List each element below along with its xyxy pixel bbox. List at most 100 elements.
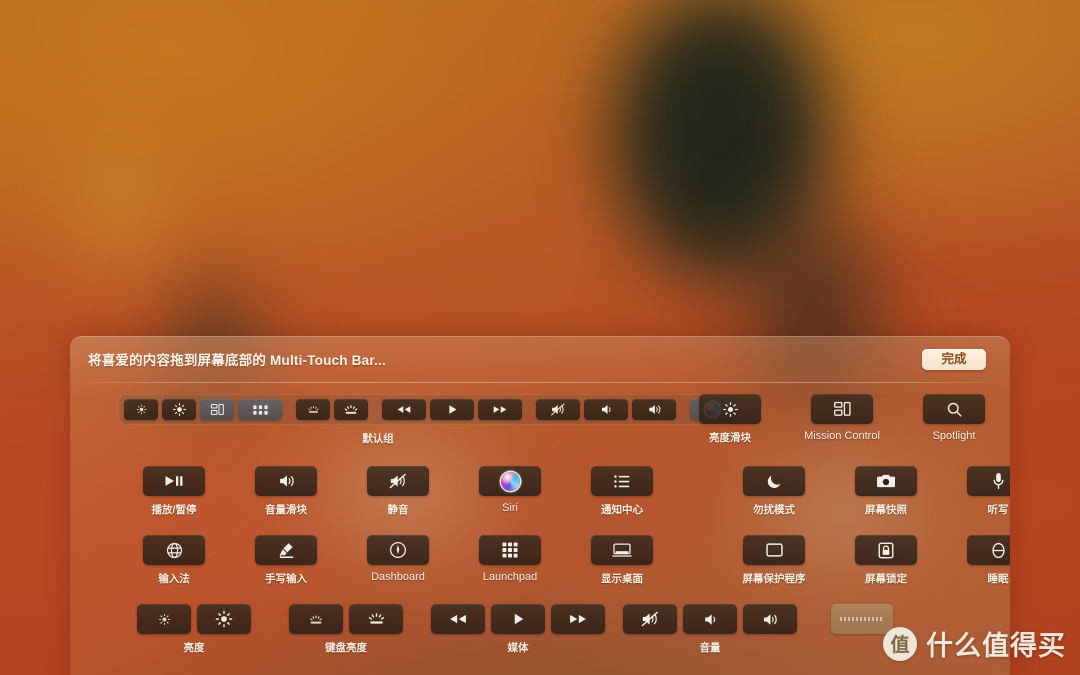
strip-keyboard-brightness-down-icon[interactable] — [296, 399, 330, 420]
item-label: 通知中心 — [601, 504, 643, 516]
item-handwriting[interactable]: 手写输入 — [230, 535, 342, 586]
launchpad-grid-icon[interactable] — [479, 535, 541, 565]
fast-forward-icon[interactable] — [551, 604, 605, 634]
volume-slider-icon[interactable] — [255, 466, 317, 496]
dashboard-gauge-icon[interactable] — [367, 535, 429, 565]
item-dictation[interactable]: 听写 — [942, 466, 1010, 517]
group-keyboard-brightness[interactable]: 键盘亮度 — [270, 604, 422, 655]
item-label: Mission Control — [804, 430, 880, 442]
keyboard-brightness-group-buttons[interactable] — [289, 604, 403, 634]
screenshot-camera-icon[interactable] — [855, 466, 917, 496]
siri-icon[interactable] — [479, 466, 541, 496]
rewind-icon[interactable] — [431, 604, 485, 634]
item-input-source[interactable]: 输入法 — [118, 535, 230, 586]
strip-volume-up-icon[interactable] — [632, 399, 676, 420]
brightness-up-icon[interactable] — [197, 604, 251, 634]
item-mute[interactable]: 静音 — [342, 466, 454, 517]
strip-mission-control-icon[interactable] — [200, 399, 234, 420]
row-gap — [678, 535, 718, 586]
item-label: 音量滑块 — [265, 504, 307, 516]
item-dashboard[interactable]: Dashboard — [342, 535, 454, 586]
volume-group-buttons[interactable] — [623, 604, 797, 634]
row-gap — [678, 466, 718, 517]
handwriting-icon[interactable] — [255, 535, 317, 565]
strip-launchpad-icon[interactable] — [238, 399, 282, 420]
items-row-2: 输入法 手写输入 Dashboard Launchpad 显示桌面 屏幕保护程序… — [118, 535, 1010, 586]
item-spotlight[interactable]: Spotlight — [898, 394, 1010, 445]
play-icon[interactable] — [491, 604, 545, 634]
item-notification-center[interactable]: 通知中心 — [566, 466, 678, 517]
item-label: Dashboard — [371, 571, 425, 583]
sheet-title: 将喜爱的内容拖到屏幕底部的 Multi-Touch Bar... — [88, 353, 386, 368]
keyboard-brightness-down-icon[interactable] — [289, 604, 343, 634]
group-volume[interactable]: 音量 — [614, 604, 806, 655]
header-divider — [88, 382, 992, 383]
default-set-row: 默认组 亮度滑块 Mission Control Spotlight — [118, 394, 1010, 446]
volume-up-icon[interactable] — [743, 604, 797, 634]
done-button[interactable]: 完成 — [922, 348, 986, 370]
notification-center-icon[interactable] — [591, 466, 653, 496]
watermark-text: 什么值得买 — [926, 631, 1066, 661]
item-siri[interactable]: Siri — [454, 466, 566, 517]
group-media[interactable]: 媒体 — [422, 604, 614, 655]
group-brightness[interactable]: 亮度 — [118, 604, 270, 655]
strip-play-icon[interactable] — [430, 399, 474, 420]
strip-brightness-down-icon[interactable] — [124, 399, 158, 420]
item-volume-slider[interactable]: 音量滑块 — [230, 466, 342, 517]
keyboard-brightness-up-icon[interactable] — [349, 604, 403, 634]
strip-brightness-up-icon[interactable] — [162, 399, 196, 420]
play-pause-icon[interactable] — [143, 466, 205, 496]
media-group-buttons[interactable] — [431, 604, 605, 634]
item-brightness-slider[interactable]: 亮度滑块 — [674, 394, 786, 445]
screen-saver-icon[interactable] — [743, 535, 805, 565]
item-do-not-disturb[interactable]: 勿扰模式 — [718, 466, 830, 517]
item-sleep[interactable]: 睡眠 — [942, 535, 1010, 586]
item-label: Launchpad — [482, 571, 538, 583]
strip-fast-forward-icon[interactable] — [478, 399, 522, 420]
item-play-pause[interactable]: 播放/暂停 — [118, 466, 230, 517]
item-label: 听写 — [987, 504, 1009, 516]
touch-bar-customize-sheet: 将喜爱的内容拖到屏幕底部的 Multi-Touch Bar... 完成 默认组 … — [70, 336, 1010, 675]
strip-row-right-items: 亮度滑块 Mission Control Spotlight — [674, 394, 1010, 445]
default-set-group[interactable]: 默认组 — [118, 394, 740, 446]
item-mission-control[interactable]: Mission Control — [786, 394, 898, 445]
brightness-group-buttons[interactable] — [137, 604, 251, 634]
mission-control-icon[interactable] — [811, 394, 873, 424]
default-set-strip[interactable] — [118, 394, 740, 425]
brightness-down-icon[interactable] — [137, 604, 191, 634]
items-row-3: 亮度 键盘亮度 媒体 音量 — [118, 604, 1010, 655]
sleep-icon[interactable] — [967, 535, 1010, 565]
spacer-dots — [840, 617, 884, 621]
watermark-logo-icon: 值 — [883, 626, 917, 661]
group-label: 媒体 — [507, 642, 529, 654]
item-label: 勿扰模式 — [753, 504, 795, 516]
group-label: 亮度 — [183, 642, 205, 654]
item-screen-saver[interactable]: 屏幕保护程序 — [718, 535, 830, 586]
volume-down-icon[interactable] — [683, 604, 737, 634]
item-screen-lock[interactable]: 屏幕锁定 — [830, 535, 942, 586]
item-label: 输入法 — [158, 573, 190, 585]
strip-keyboard-brightness-up-icon[interactable] — [334, 399, 368, 420]
group-label: 键盘亮度 — [325, 642, 367, 654]
show-desktop-icon[interactable] — [591, 535, 653, 565]
mute-icon[interactable] — [367, 466, 429, 496]
item-label: 屏幕保护程序 — [742, 573, 806, 585]
screen-lock-icon[interactable] — [855, 535, 917, 565]
strip-mute-icon[interactable] — [536, 399, 580, 420]
item-launchpad[interactable]: Launchpad — [454, 535, 566, 586]
sheet-header: 将喜爱的内容拖到屏幕底部的 Multi-Touch Bar... 完成 — [70, 336, 1010, 382]
brightness-slider-icon[interactable] — [699, 394, 761, 424]
do-not-disturb-moon-icon[interactable] — [743, 466, 805, 496]
strip-volume-down-icon[interactable] — [584, 399, 628, 420]
item-show-desktop[interactable]: 显示桌面 — [566, 535, 678, 586]
item-screenshot[interactable]: 屏幕快照 — [830, 466, 942, 517]
strip-rewind-icon[interactable] — [382, 399, 426, 420]
item-label: 亮度滑块 — [709, 432, 751, 444]
group-label: 音量 — [699, 642, 721, 654]
mute-icon[interactable] — [623, 604, 677, 634]
input-source-globe-icon[interactable] — [143, 535, 205, 565]
item-label: Siri — [502, 502, 518, 514]
spotlight-search-icon[interactable] — [923, 394, 985, 424]
siri-orb — [500, 471, 520, 491]
dictation-microphone-icon[interactable] — [967, 466, 1010, 496]
